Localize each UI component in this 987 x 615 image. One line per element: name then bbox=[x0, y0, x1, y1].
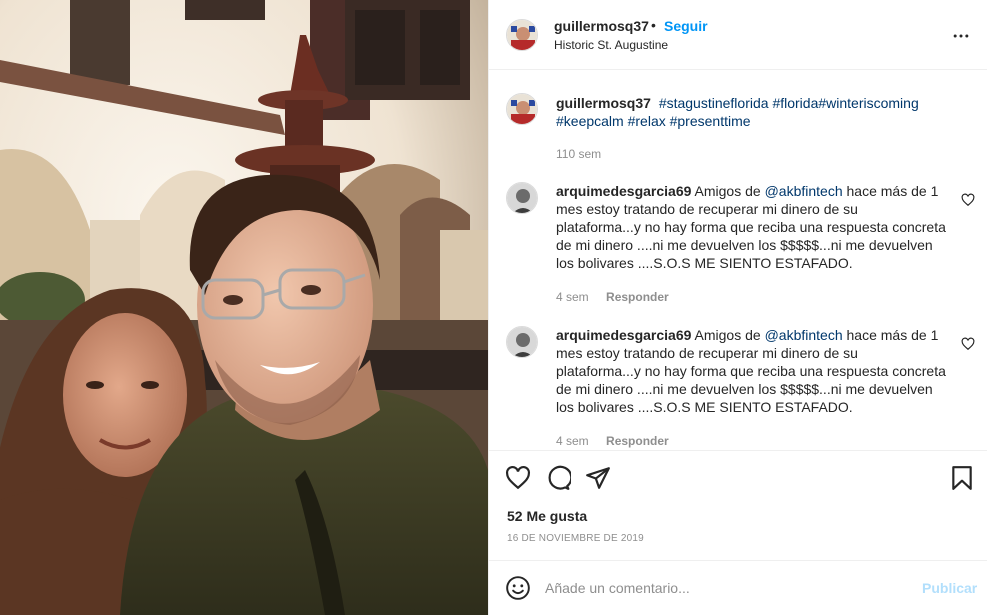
post-date[interactable]: 16 DE NOVIEMBRE DE 2019 bbox=[507, 533, 644, 544]
avatar-image bbox=[507, 327, 537, 357]
comment-icon[interactable] bbox=[545, 465, 571, 491]
author-avatar[interactable] bbox=[506, 19, 538, 51]
separator-dot: • bbox=[651, 17, 656, 33]
post-actions: 52 Me gusta 16 DE NOVIEMBRE DE 2019 bbox=[489, 450, 987, 560]
post-photo bbox=[0, 0, 488, 615]
comment-meta: 4 sem Responder bbox=[556, 290, 669, 304]
more-horizontal-icon[interactable] bbox=[951, 26, 971, 46]
likes-count[interactable]: 52 Me gusta bbox=[507, 508, 587, 524]
commenter-avatar[interactable] bbox=[506, 326, 538, 358]
caption-avatar[interactable] bbox=[506, 93, 538, 125]
caption-timestamp[interactable]: 110 sem bbox=[556, 147, 601, 161]
commenter-username-link[interactable]: arquimedesgarcia69 bbox=[556, 183, 691, 199]
emoji-icon[interactable] bbox=[505, 575, 531, 601]
avatar-image bbox=[507, 20, 537, 50]
share-icon[interactable] bbox=[585, 465, 611, 491]
comment-meta: 4 sem Responder bbox=[556, 434, 669, 448]
avatar-image bbox=[507, 183, 537, 213]
author-username-link[interactable]: guillermosq37 bbox=[554, 18, 649, 34]
avatar-image bbox=[507, 94, 537, 124]
comment-body-start: Amigos de bbox=[694, 327, 765, 343]
comment-timestamp[interactable]: 4 sem bbox=[556, 290, 589, 304]
like-comment-icon[interactable] bbox=[961, 193, 975, 207]
caption-text: guillermosq37 #stagustineflorida #florid… bbox=[556, 94, 956, 130]
comment-body-start: Amigos de bbox=[694, 183, 765, 199]
follow-button[interactable]: Seguir bbox=[664, 18, 708, 34]
comment-item: arquimedesgarcia69 Amigos de @akbfintech… bbox=[489, 326, 987, 450]
publish-button[interactable]: Publicar bbox=[922, 580, 977, 596]
add-comment-bar: Publicar bbox=[489, 560, 987, 615]
reply-button[interactable]: Responder bbox=[606, 290, 669, 304]
commenter-username-link[interactable]: arquimedesgarcia69 bbox=[556, 327, 691, 343]
comments-list[interactable]: guillermosq37 #stagustineflorida #florid… bbox=[489, 70, 987, 450]
reply-button[interactable]: Responder bbox=[606, 434, 669, 448]
comment-text: arquimedesgarcia69 Amigos de @akbfintech… bbox=[556, 182, 946, 272]
post-header: guillermosq37 • Seguir Historic St. Augu… bbox=[489, 0, 987, 70]
comment-item: arquimedesgarcia69 Amigos de @akbfintech… bbox=[489, 182, 987, 322]
caption-username-link[interactable]: guillermosq37 bbox=[556, 95, 651, 111]
comment-timestamp[interactable]: 4 sem bbox=[556, 434, 589, 448]
like-comment-icon[interactable] bbox=[961, 337, 975, 351]
selfie-image bbox=[0, 0, 488, 615]
comment-mention-link[interactable]: @akbfintech bbox=[765, 327, 843, 343]
commenter-avatar[interactable] bbox=[506, 182, 538, 214]
comment-mention-link[interactable]: @akbfintech bbox=[765, 183, 843, 199]
post-details-panel: guillermosq37 • Seguir Historic St. Augu… bbox=[488, 0, 987, 615]
location-link[interactable]: Historic St. Augustine bbox=[554, 38, 668, 52]
bookmark-icon[interactable] bbox=[949, 465, 975, 491]
comment-text: arquimedesgarcia69 Amigos de @akbfintech… bbox=[556, 326, 946, 416]
comment-input[interactable] bbox=[545, 575, 905, 601]
heart-icon[interactable] bbox=[505, 465, 531, 491]
